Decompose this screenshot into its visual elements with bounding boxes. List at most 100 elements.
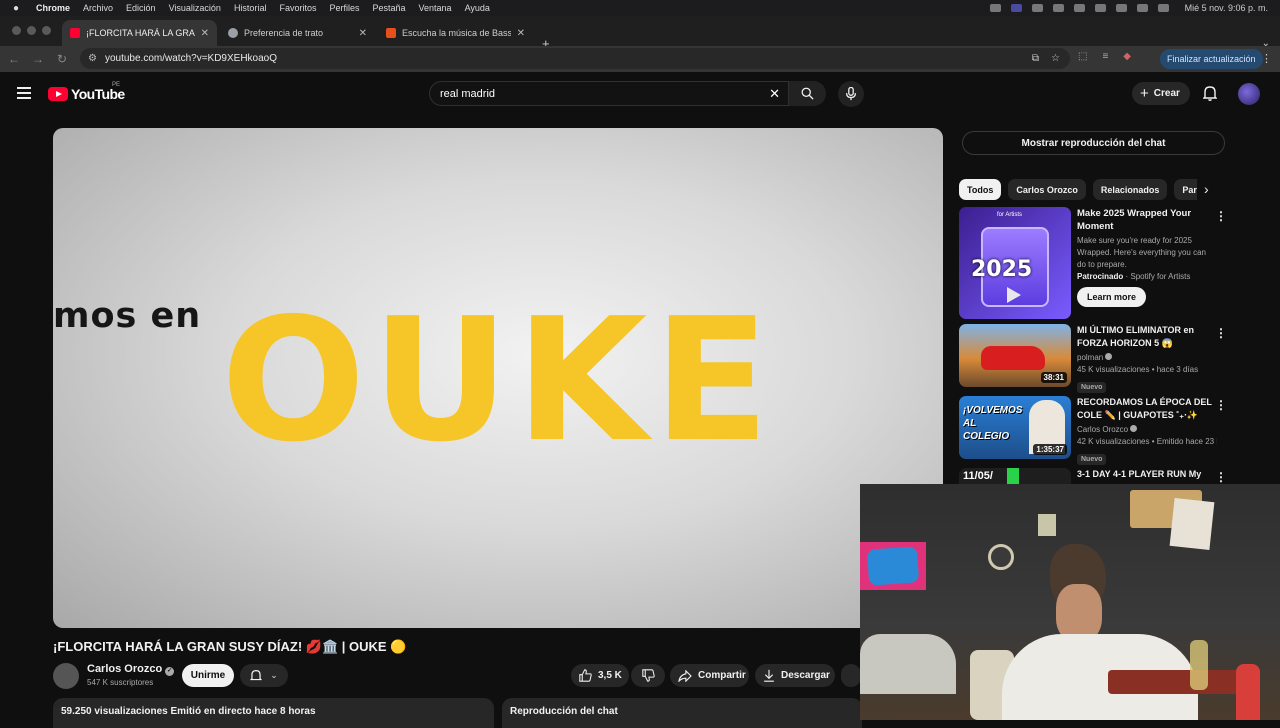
sponsored-recommendation[interactable]: for Artists 2025 Make 2025 Wrapped Your … [959, 207, 1229, 319]
more-options-icon[interactable]: ⋮ [1215, 398, 1227, 412]
chrome-menu-icon[interactable]: ⋮ [1261, 52, 1272, 65]
voice-search-button[interactable] [838, 81, 864, 107]
channel-name[interactable]: Carlos Orozco [87, 663, 162, 675]
close-tab-icon[interactable]: ✕ [195, 28, 209, 39]
hamburger-menu-icon[interactable] [17, 87, 31, 102]
close-tab-icon[interactable]: ✕ [353, 28, 367, 39]
create-button[interactable]: + Crear [1132, 82, 1190, 105]
youtube-favicon-icon [70, 28, 80, 38]
browser-tab-bass[interactable]: Escucha la música de Bass Ja ✕ [378, 20, 533, 46]
menu-edicion[interactable]: Edición [126, 3, 156, 13]
search-button[interactable] [789, 81, 826, 106]
chip-para-ti[interactable]: Para ti [1174, 179, 1197, 200]
show-chat-replay-button[interactable]: Mostrar reproducción del chat [962, 131, 1225, 155]
back-arrow-icon[interactable]: ← [2, 52, 26, 66]
share-button[interactable]: Compartir [670, 664, 749, 687]
install-app-icon[interactable]: ⧉ [1032, 53, 1039, 64]
chevron-right-icon[interactable]: › [1204, 181, 1209, 197]
video-thumbnail[interactable]: 11/05/ [959, 468, 1071, 484]
menu-visualizacion[interactable]: Visualización [169, 3, 221, 13]
notifications-bell-icon[interactable] [1202, 85, 1218, 106]
dislike-button[interactable] [631, 664, 665, 687]
apple-icon[interactable]: ● [13, 3, 24, 14]
webcam-overlay [860, 484, 1280, 720]
record-icon[interactable] [1052, 4, 1064, 12]
description-box[interactable]: 59.250 visualizaciones Emitió en directo… [53, 698, 494, 728]
recommendation-item[interactable]: 38:31 MI ÚLTIMO ELIMINATOR en FORZA HORI… [959, 324, 1229, 393]
minimize-window-button[interactable] [27, 26, 36, 35]
clear-search-icon[interactable]: ✕ [769, 86, 780, 102]
more-options-icon[interactable]: ⋮ [1215, 209, 1227, 223]
screen-icon[interactable] [1010, 4, 1022, 12]
site-settings-icon[interactable]: ⚙ [88, 53, 97, 64]
browser-toolbar: ← → ↻ ⚙ youtube.com/watch?v=KD9XEHkoaoQ … [0, 46, 1280, 72]
address-bar[interactable]: ⚙ youtube.com/watch?v=KD9XEHkoaoQ ⧉ ☆ [80, 48, 1070, 69]
search-query[interactable]: real madrid [440, 88, 495, 100]
youtube-header: YouTube PE real madrid ✕ + Crear [0, 72, 1280, 116]
ad-thumbnail[interactable]: for Artists 2025 [959, 207, 1071, 319]
learn-more-button[interactable]: Learn more [1077, 287, 1147, 307]
rec-channel[interactable]: Carlos Orozco [1077, 425, 1128, 434]
extensions-icon[interactable]: ⬚ [1078, 51, 1087, 62]
download-button[interactable]: Descargar [755, 664, 835, 687]
chip-relacionados[interactable]: Relacionados [1092, 179, 1168, 200]
recommendation-item[interactable]: 11/05/ 3-1 DAY 4-1 PLAYER RUN My ⋮ [959, 468, 1229, 484]
browser-tab-preferencia[interactable]: Preferencia de trato ✕ [220, 20, 375, 46]
browser-tab-strip: ¡FLORCITA HARÁ LA GRAN SUSY ✕ Preferenci… [0, 16, 1280, 51]
video-player[interactable]: mos en OUKE [53, 128, 943, 628]
video-thumbnail[interactable]: ¡VOLVEMOS AL COLEGIO 1:35:37 [959, 396, 1071, 459]
menu-ayuda[interactable]: Ayuda [465, 3, 490, 13]
rec-title[interactable]: RECORDAMOS LA ÉPOCA DEL COLE ✏️ | GUAPOT… [1077, 396, 1217, 422]
zoom-window-button[interactable] [42, 26, 51, 35]
rec-title[interactable]: Make 2025 Wrapped Your Moment [1077, 207, 1217, 233]
bookmark-star-icon[interactable]: ☆ [1051, 53, 1060, 64]
new-badge: Nuevo [1077, 454, 1107, 465]
forward-arrow-icon[interactable]: → [26, 52, 50, 66]
siri-icon[interactable] [1157, 4, 1169, 12]
like-button[interactable]: 3,5 K [571, 664, 629, 687]
status-icon[interactable] [989, 4, 1001, 12]
more-options-icon[interactable]: ⋮ [1215, 326, 1227, 340]
menu-pestana[interactable]: Pestaña [372, 3, 405, 13]
update-button[interactable]: Finalizar actualización [1160, 49, 1263, 69]
more-actions-button[interactable] [841, 664, 861, 687]
youtube-logo[interactable]: YouTube PE [48, 82, 125, 102]
channel-name-row[interactable]: Carlos Orozco ✓ [87, 663, 175, 676]
menu-perfiles[interactable]: Perfiles [329, 3, 359, 13]
menubar-clock[interactable]: Mié 5 nov. 9:06 p. m. [1185, 3, 1268, 13]
close-tab-icon[interactable]: ✕ [511, 28, 525, 39]
url-text[interactable]: youtube.com/watch?v=KD9XEHkoaoQ [105, 53, 277, 64]
rec-title[interactable]: MI ÚLTIMO ELIMINATOR en FORZA HORIZON 5 … [1077, 324, 1217, 350]
channel-avatar[interactable] [53, 663, 79, 689]
menu-favoritos[interactable]: Favoritos [279, 3, 316, 13]
subscription-bell-button[interactable]: ⌄ [240, 664, 288, 687]
ad-thumbnail-text: 2025 [971, 257, 1033, 282]
browser-tab-youtube[interactable]: ¡FLORCITA HARÁ LA GRAN SUSY ✕ [62, 20, 217, 46]
search-icon[interactable] [1115, 4, 1127, 12]
rec-title[interactable]: 3-1 DAY 4-1 PLAYER RUN My [1077, 468, 1217, 481]
profile-extension-icon[interactable]: ◆ [1123, 51, 1131, 62]
menubar-app-name[interactable]: Chrome [36, 3, 70, 13]
recommendation-item[interactable]: ¡VOLVEMOS AL COLEGIO 1:35:37 RECORDAMOS … [959, 396, 1229, 465]
join-button[interactable]: Unirme [182, 664, 234, 687]
download-label: Descargar [781, 670, 830, 681]
chat-replay-panel[interactable]: Reproducción del chat [502, 698, 862, 728]
menu-archivo[interactable]: Archivo [83, 3, 113, 13]
chip-carlos-orozco[interactable]: Carlos Orozco [1008, 179, 1086, 200]
reload-icon[interactable]: ↻ [50, 52, 74, 66]
account-avatar[interactable] [1238, 83, 1260, 105]
video-thumbnail[interactable]: 38:31 [959, 324, 1071, 387]
more-options-icon[interactable]: ⋮ [1215, 470, 1227, 484]
search-input[interactable]: real madrid ✕ [429, 81, 789, 106]
menu-historial[interactable]: Historial [234, 3, 267, 13]
control-center-icon[interactable] [1136, 4, 1148, 12]
menu-ventana[interactable]: Ventana [419, 3, 452, 13]
volume-icon[interactable] [1031, 4, 1043, 12]
close-window-button[interactable] [12, 26, 21, 35]
chip-todos[interactable]: Todos [959, 179, 1002, 200]
rec-channel[interactable]: polman [1077, 353, 1103, 362]
ad-thumbnail-label: for Artists [997, 212, 1023, 218]
media-icon[interactable]: ≡ [1102, 51, 1108, 62]
battery-icon[interactable] [1073, 4, 1085, 12]
wifi-icon[interactable] [1094, 4, 1106, 12]
